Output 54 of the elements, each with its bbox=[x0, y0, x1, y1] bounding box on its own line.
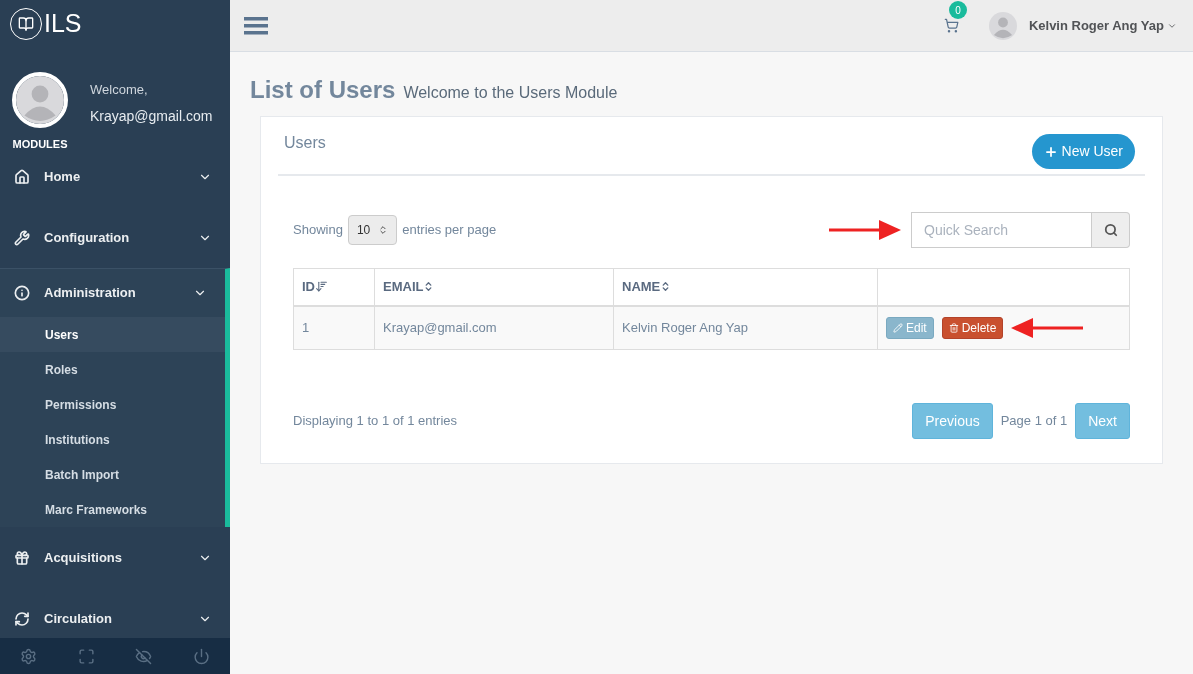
column-header[interactable]: EMAIL bbox=[374, 268, 614, 306]
per-page-label: entries per page bbox=[402, 221, 497, 240]
fullscreen-icon[interactable] bbox=[77, 647, 95, 665]
wrench-icon bbox=[14, 229, 32, 246]
nav-item[interactable]: Circulation bbox=[0, 588, 230, 638]
settings-icon[interactable] bbox=[20, 647, 38, 665]
nav-subitem[interactable]: Users bbox=[0, 317, 225, 352]
power-icon[interactable] bbox=[192, 647, 210, 665]
nav-subitem[interactable]: Institutions bbox=[0, 422, 225, 457]
brand-name: ILS bbox=[44, 8, 82, 40]
page-info: Page 1 of 1 bbox=[1000, 412, 1068, 431]
nav-subitem[interactable]: Permissions bbox=[0, 387, 225, 422]
pencil-icon bbox=[893, 322, 903, 333]
page-title: List of Users bbox=[250, 75, 396, 105]
user-menu[interactable]: Kelvin Roger Ang Yap bbox=[1028, 15, 1177, 36]
home-icon bbox=[14, 168, 32, 185]
user-avatar-icon bbox=[988, 11, 1017, 40]
nav-subitem[interactable]: Batch Import bbox=[0, 457, 225, 492]
nav-item[interactable]: Administration bbox=[0, 269, 225, 317]
entries-summary: Displaying 1 to 1 of 1 entries bbox=[293, 412, 458, 430]
nav-subitem[interactable]: Marc Frameworks bbox=[0, 492, 225, 527]
gift-icon bbox=[14, 549, 32, 566]
avatar-icon bbox=[16, 76, 64, 124]
menu-icon[interactable] bbox=[244, 14, 268, 37]
nav-item[interactable]: Acquisitions bbox=[0, 527, 230, 588]
column-header[interactable]: ID bbox=[293, 268, 375, 306]
welcome-text: Welcome, bbox=[90, 81, 149, 99]
page-subtitle: Welcome to the Users Module bbox=[403, 83, 618, 103]
quick-search-field[interactable]: Quick Search bbox=[911, 212, 1092, 248]
delete-button[interactable]: Delete bbox=[941, 316, 1004, 339]
table-cell: Kelvin Roger Ang Yap bbox=[613, 305, 878, 350]
column-header[interactable]: NAME bbox=[613, 268, 878, 306]
updown-caret-icon bbox=[378, 225, 389, 235]
search-icon bbox=[1103, 223, 1118, 237]
search-button[interactable] bbox=[1092, 212, 1130, 248]
nav-item[interactable]: Configuration bbox=[0, 207, 230, 268]
cart-count-badge: 0 bbox=[948, 1, 967, 19]
showing-label: Showing bbox=[293, 221, 343, 240]
cart-icon[interactable] bbox=[943, 18, 959, 33]
page-size-select[interactable]: 10 bbox=[347, 215, 398, 245]
user-email: Krayap@gmail.com bbox=[90, 106, 213, 126]
table-cell: Krayap@gmail.com bbox=[374, 305, 614, 350]
modules-label: MODULES bbox=[12, 137, 68, 152]
eye-off-icon[interactable] bbox=[135, 647, 153, 665]
trash-icon bbox=[948, 322, 959, 333]
sort-descending-icon bbox=[315, 280, 328, 294]
nav-subitem[interactable]: Roles bbox=[0, 352, 225, 387]
pointer-arrow-icon bbox=[829, 219, 901, 241]
table-cell: 1 bbox=[293, 305, 375, 350]
plus-icon bbox=[1043, 144, 1058, 159]
info-icon bbox=[14, 285, 32, 301]
pointer-arrow-icon bbox=[1011, 316, 1084, 339]
refresh-icon bbox=[14, 610, 32, 627]
panel-title: Users bbox=[284, 132, 326, 153]
